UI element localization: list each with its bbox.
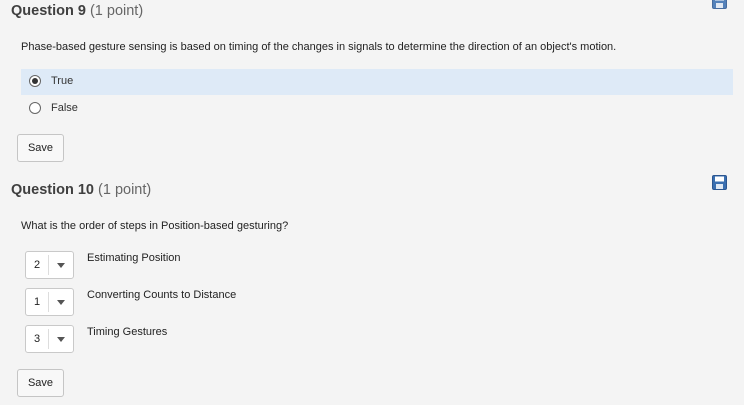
save-button-q10[interactable]: Save [17, 369, 64, 397]
option-false[interactable]: False [21, 96, 733, 122]
order-select-2-value: 1 [34, 296, 41, 308]
option-false-label: False [51, 102, 78, 114]
question-9-title: Question 9 (1 point) [11, 3, 144, 19]
order-item-3-label: Timing Gestures [87, 326, 168, 338]
order-item-2-label: Converting Counts to Distance [87, 289, 237, 301]
select-divider [48, 329, 49, 349]
save-status-icon[interactable] [712, 0, 727, 9]
save-button-q9[interactable]: Save [17, 134, 64, 162]
question-10-text: What is the order of steps in Position-b… [21, 220, 289, 232]
radio-false[interactable] [29, 102, 41, 114]
order-select-1[interactable]: 2 [25, 251, 74, 279]
floppy-disk-icon [712, 175, 727, 190]
select-divider [48, 292, 49, 312]
option-true-label: True [51, 75, 74, 87]
order-item-1-label: Estimating Position [87, 252, 181, 264]
chevron-down-icon[interactable] [57, 337, 65, 342]
question-10-title: Question 10 (1 point) [11, 182, 152, 198]
option-true[interactable]: True [21, 69, 733, 95]
save-status-icon[interactable] [712, 175, 727, 190]
chevron-down-icon[interactable] [57, 263, 65, 268]
order-select-3-value: 3 [34, 333, 41, 345]
order-select-3[interactable]: 3 [25, 325, 74, 353]
select-divider [48, 255, 49, 275]
floppy-disk-icon [712, 0, 727, 9]
radio-true[interactable] [29, 75, 41, 87]
order-select-1-value: 2 [34, 259, 41, 271]
chevron-down-icon[interactable] [57, 300, 65, 305]
order-select-2[interactable]: 1 [25, 288, 74, 316]
question-9-text: Phase-based gesture sensing is based on … [21, 41, 617, 53]
